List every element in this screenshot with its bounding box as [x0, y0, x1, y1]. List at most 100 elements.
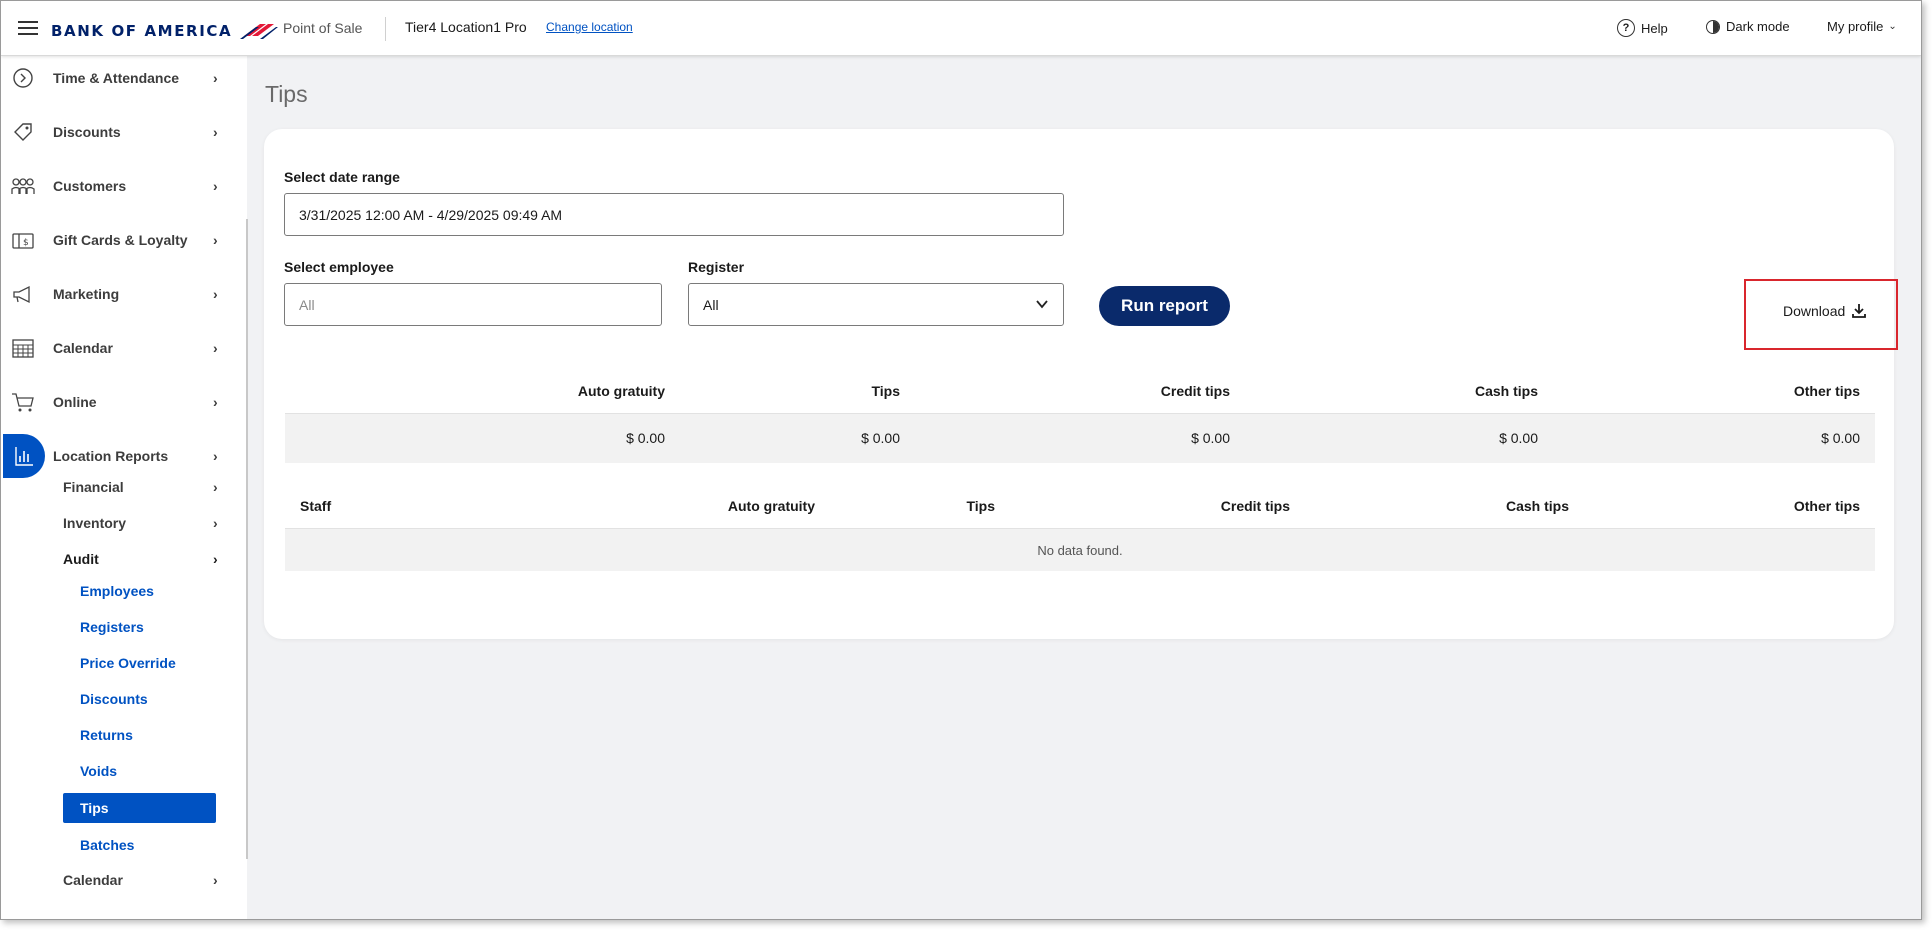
sidebar-scrollbar[interactable]	[246, 219, 248, 859]
sidebar-subitem-label: Audit	[63, 551, 99, 567]
audit-item-voids[interactable]: Voids	[63, 756, 216, 786]
staff-table-header: Staff Auto gratuity Tips Credit tips Cas…	[285, 484, 1875, 529]
sidebar-subitem-label: Financial	[63, 479, 124, 495]
column-header: Staff	[300, 498, 332, 514]
employee-label: Select employee	[284, 259, 394, 275]
chevron-down-icon: ⌄	[1888, 21, 1897, 32]
sidebar-subitem-label: Inventory	[63, 515, 127, 531]
column-header: Other tips	[1793, 383, 1860, 399]
sidebar-item-location-reports[interactable]: Location Reports ›	[1, 434, 231, 478]
bar-chart-icon	[3, 434, 45, 478]
change-location-link[interactable]: Change location	[546, 20, 633, 34]
people-icon	[11, 174, 35, 198]
bank-logo[interactable]: BANK OF AMERICA	[51, 21, 279, 41]
sidebar-item-label: Online	[53, 394, 97, 410]
audit-item-label: Returns	[80, 727, 133, 743]
column-header: Credit tips	[1220, 498, 1290, 514]
page-title: Tips	[265, 81, 308, 107]
table-cell: $ 0.00	[626, 430, 665, 446]
sidebar-subitem-audit[interactable]: Audit ›	[63, 545, 233, 573]
sidebar-item-discounts[interactable]: Discounts ›	[1, 112, 231, 152]
audit-item-batches[interactable]: Batches	[63, 830, 216, 860]
audit-item-tips[interactable]: Tips	[63, 793, 216, 823]
column-header: Auto gratuity	[577, 383, 665, 399]
chevron-down-icon: ›	[213, 551, 218, 567]
sidebar-item-label: Gift Cards & Loyalty	[53, 232, 188, 248]
chevron-right-icon: ›	[213, 479, 218, 495]
table-cell: $ 0.00	[1191, 430, 1230, 446]
run-report-button[interactable]: Run report	[1099, 286, 1230, 326]
column-header: Tips	[966, 498, 995, 514]
sidebar-item-label: Marketing	[53, 286, 120, 302]
summary-table-header: Auto gratuity Tips Credit tips Cash tips…	[285, 369, 1875, 414]
date-range-label: Select date range	[284, 169, 400, 185]
audit-item-discounts[interactable]: Discounts	[63, 684, 216, 714]
empty-state-row: No data found.	[285, 529, 1875, 571]
hamburger-menu-icon[interactable]	[18, 21, 38, 35]
sidebar: Time & Attendance › Discounts › Customer…	[1, 56, 247, 919]
header-divider	[385, 17, 386, 41]
svg-text:$: $	[23, 238, 29, 248]
employee-select-input[interactable]: All	[284, 283, 662, 326]
help-button[interactable]: ? Help	[1617, 19, 1668, 37]
chevron-right-icon: ›	[213, 70, 218, 86]
report-card: Select date range 3/31/2025 12:00 AM - 4…	[264, 129, 1898, 639]
my-profile-menu[interactable]: My profile ⌄	[1827, 19, 1897, 34]
sidebar-item-calendar[interactable]: Calendar ›	[1, 328, 231, 368]
download-label: Download	[1783, 303, 1846, 319]
app-window: BANK OF AMERICA Point of Sale Tier4 Loca…	[0, 0, 1922, 920]
column-header: Auto gratuity	[727, 498, 815, 514]
table-cell: $ 0.00	[861, 430, 900, 446]
sidebar-item-marketing[interactable]: Marketing ›	[1, 274, 231, 314]
audit-item-returns[interactable]: Returns	[63, 720, 216, 750]
chevron-right-icon: ›	[213, 178, 218, 194]
audit-item-employees[interactable]: Employees	[63, 576, 216, 606]
audit-item-label: Employees	[80, 583, 154, 599]
chevron-right-icon: ›	[213, 394, 218, 410]
table-cell: $ 0.00	[1499, 430, 1538, 446]
table-row: $ 0.00 $ 0.00 $ 0.00 $ 0.00 $ 0.00	[285, 414, 1875, 463]
chevron-right-icon: ›	[213, 448, 218, 464]
audit-item-price-override[interactable]: Price Override	[63, 648, 216, 678]
chevron-right-icon: ›	[213, 515, 218, 531]
register-select[interactable]: All	[688, 283, 1064, 326]
brand-name: BANK OF AMERICA	[51, 22, 233, 40]
sidebar-subitem-label: Calendar	[63, 872, 123, 888]
tag-icon	[11, 120, 35, 144]
sidebar-subitem-inventory[interactable]: Inventory ›	[63, 509, 233, 537]
contrast-icon	[1706, 19, 1720, 34]
gift-card-icon: $	[11, 228, 35, 252]
sidebar-item-time-attendance[interactable]: Time & Attendance ›	[1, 58, 231, 98]
chevron-right-icon: ›	[213, 340, 218, 356]
sidebar-item-online[interactable]: Online ›	[1, 382, 231, 422]
app-name: Point of Sale	[283, 20, 363, 36]
chevron-right-icon: ›	[213, 232, 218, 248]
audit-item-registers[interactable]: Registers	[63, 612, 216, 642]
sidebar-subitem-financial[interactable]: Financial ›	[63, 473, 233, 501]
calendar-icon	[11, 336, 35, 360]
sidebar-subitem-calendar[interactable]: Calendar ›	[63, 866, 233, 894]
dark-mode-toggle[interactable]: Dark mode	[1706, 19, 1790, 34]
my-profile-label: My profile	[1827, 19, 1884, 34]
date-range-input[interactable]: 3/31/2025 12:00 AM - 4/29/2025 09:49 AM	[284, 193, 1064, 236]
sidebar-item-customers[interactable]: Customers ›	[1, 166, 231, 206]
audit-item-label: Price Override	[80, 655, 176, 671]
megaphone-icon	[11, 282, 35, 306]
chevron-right-icon: ›	[213, 124, 218, 140]
table-cell: $ 0.00	[1821, 430, 1860, 446]
audit-item-label: Discounts	[80, 691, 148, 707]
sidebar-item-gift-cards-loyalty[interactable]: $ Gift Cards & Loyalty ›	[1, 220, 231, 260]
register-label: Register	[688, 259, 745, 275]
audit-item-label: Registers	[80, 619, 144, 635]
audit-item-label: Batches	[80, 837, 135, 853]
sidebar-item-label: Location Reports	[53, 448, 169, 464]
column-header: Other tips	[1793, 498, 1860, 514]
column-header: Cash tips	[1505, 498, 1569, 514]
sidebar-item-label: Time & Attendance	[53, 70, 180, 86]
column-header: Tips	[871, 383, 900, 399]
flag-logo-icon	[240, 24, 279, 39]
help-icon: ?	[1617, 19, 1635, 37]
cart-icon	[11, 390, 35, 414]
sidebar-item-label: Discounts	[53, 124, 121, 140]
download-button[interactable]: Download	[1783, 303, 1867, 319]
